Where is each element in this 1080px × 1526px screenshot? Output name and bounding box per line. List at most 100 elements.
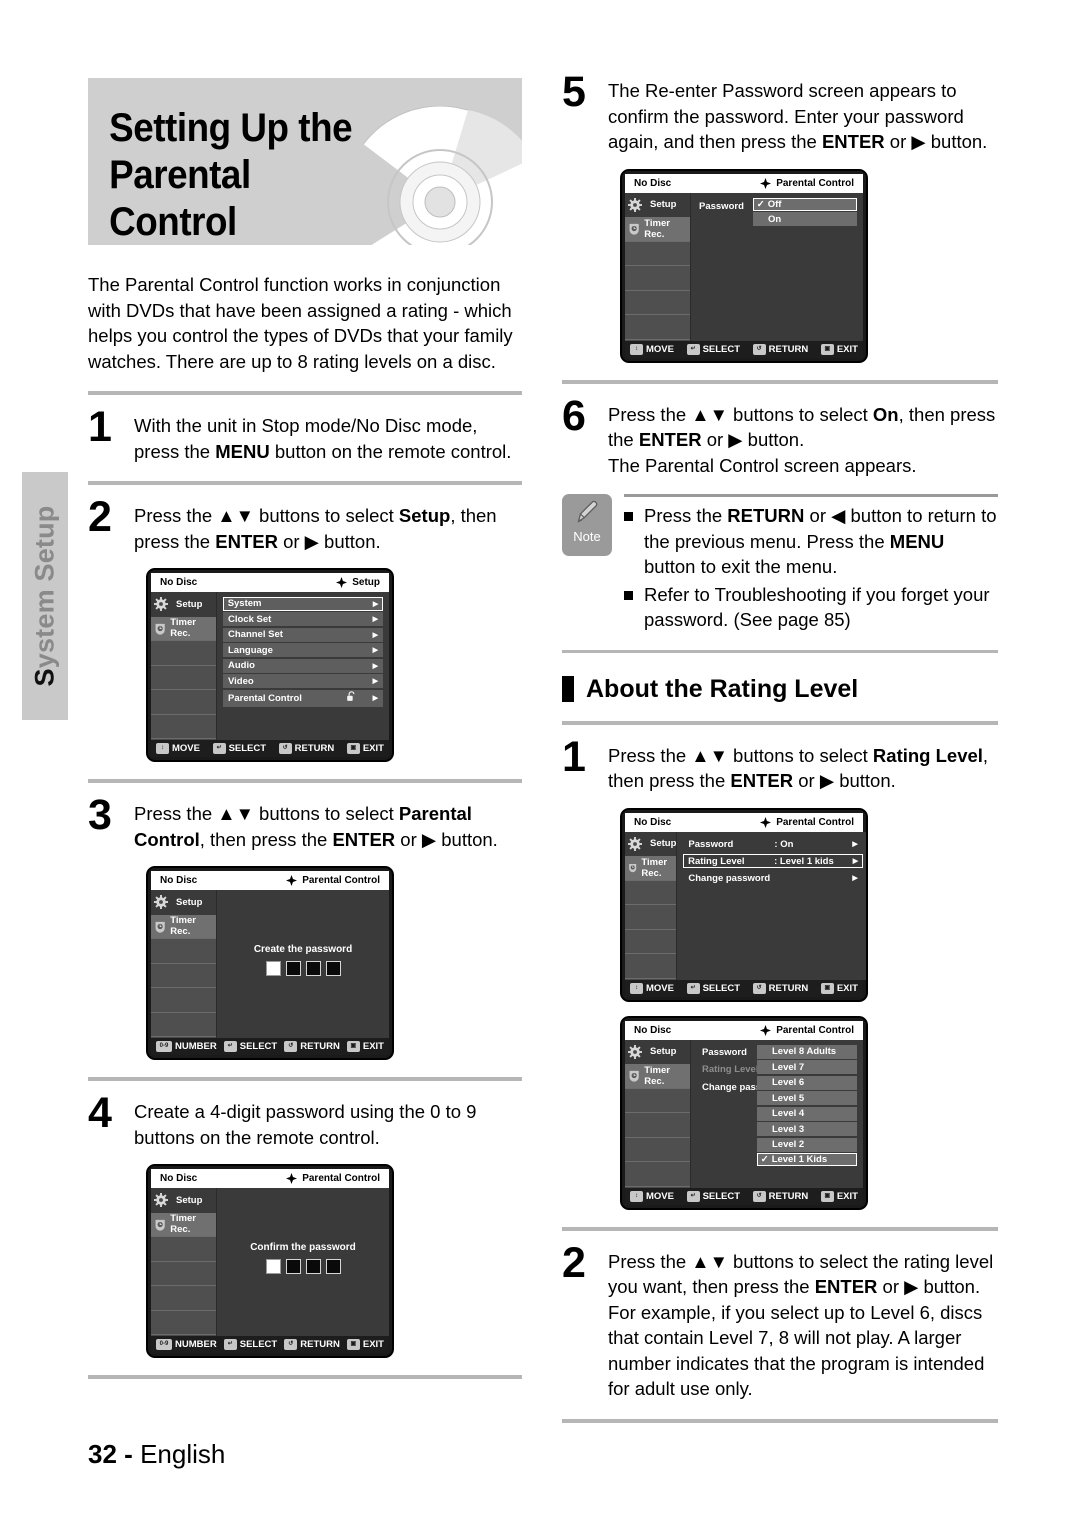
sidebar-item-setup[interactable]: Setup <box>151 592 216 617</box>
exit-icon: ▣ <box>820 982 834 994</box>
page-title-line1: Setting Up the Parental <box>109 106 353 197</box>
lock-open-icon <box>346 691 355 701</box>
intro-paragraph: The Parental Control function works in c… <box>88 274 513 372</box>
option-item[interactable]: Level 2 <box>757 1137 857 1152</box>
sidebar-item-timer-rec[interactable]: Timer Rec. <box>625 856 677 881</box>
menu-item[interactable]: Video ▶ <box>223 674 383 689</box>
sidebar-item-timer-rec[interactable]: Timer Rec. <box>625 217 690 242</box>
gear-icon <box>628 836 642 851</box>
footer-action[interactable]: ▣ EXIT <box>346 1339 384 1350</box>
password-boxes[interactable] <box>265 1258 341 1274</box>
footer-action[interactable]: ↵ SELECT <box>686 343 740 355</box>
password-digit-box[interactable] <box>305 960 321 976</box>
footer-action[interactable]: ↺ RETURN <box>752 982 808 994</box>
sidebar-item-timer-rec[interactable]: Timer Rec. <box>625 1064 690 1089</box>
option-item[interactable]: Level 5 <box>757 1091 857 1105</box>
password-digit-box[interactable] <box>325 960 341 976</box>
footer-action-label: SELECT <box>702 1190 741 1202</box>
screen-title: Parental Control <box>776 1024 854 1036</box>
menu-item-label: Clock Set <box>228 613 272 625</box>
footer-action[interactable]: 0-9 NUMBER <box>156 1339 217 1350</box>
screen-password-onoff: No Disc Parental Control Setup Timer Rec… <box>620 168 868 363</box>
footer-action[interactable]: ↵ SELECT <box>686 1190 741 1202</box>
footer-action[interactable]: ▣ EXIT <box>820 982 858 994</box>
sidebar-item-setup[interactable]: Setup <box>151 1188 216 1213</box>
menu-item[interactable]: Audio ▶ <box>223 658 383 673</box>
menu-item-label: Language <box>228 644 273 656</box>
menu-item[interactable]: System ▶ <box>223 597 383 611</box>
step-text: With the unit in Stop mode/No Disc mode,… <box>134 415 512 462</box>
menu-item[interactable]: Clock Set ▶ <box>223 612 383 627</box>
sidebar-label: Setup <box>176 598 203 610</box>
sidebar-item-timer-rec[interactable]: Timer Rec. <box>151 616 216 641</box>
sidebar-label: Timer Rec. <box>170 617 196 640</box>
option-label: Level 6 <box>772 1077 805 1088</box>
footer-action[interactable]: ▣ EXIT <box>820 1190 858 1202</box>
password-digit-box[interactable] <box>265 1258 281 1274</box>
option-item[interactable]: Level 4 <box>757 1106 857 1121</box>
sidebar-item-setup[interactable]: Setup <box>625 1039 690 1064</box>
footer-action[interactable]: ↵ SELECT <box>686 982 740 994</box>
password-digit-box[interactable] <box>285 960 301 976</box>
step-5: 5 The Re-enter Password screen appears t… <box>562 71 998 155</box>
footer-action[interactable]: ▣ EXIT <box>346 743 384 754</box>
rating-level-options[interactable]: Level 8 Adults Level 7 Level 6 Level 5 Level… <box>757 1044 857 1168</box>
footer-action[interactable]: ↵ SELECT <box>212 743 266 754</box>
footer-action[interactable]: ↺ RETURN <box>752 343 808 355</box>
menu-item[interactable]: Language ▶ <box>223 643 383 658</box>
option-label: Off <box>767 198 782 210</box>
sidebar-blank-row <box>151 939 216 964</box>
step-text: Press the ▲▼ buttons to select Parental … <box>134 803 498 850</box>
password-digit-box[interactable] <box>325 1258 341 1274</box>
option-item[interactable]: Level 8 Adults <box>757 1044 857 1059</box>
sidebar-item-setup[interactable]: Setup <box>151 890 216 915</box>
footer-action[interactable]: ↵ SELECT <box>223 1041 277 1052</box>
sidebar-blank-row <box>625 1162 690 1187</box>
timer-icon <box>629 864 637 873</box>
footer-action[interactable]: ▣ EXIT <box>346 1041 384 1052</box>
section-heading-text: About the Rating Level <box>586 674 859 703</box>
password-options[interactable]: ✓ Off On <box>753 197 857 228</box>
option-item[interactable]: ✓ Level 1 Kids <box>757 1153 857 1167</box>
menu-item[interactable]: Channel Set ▶ <box>223 627 383 642</box>
timer-icon <box>155 1219 165 1231</box>
sidebar-blank-row <box>151 1261 216 1286</box>
sidebar-item-setup[interactable]: Setup <box>625 192 690 217</box>
option-item[interactable]: ✓ Off <box>753 197 857 211</box>
footer-action[interactable]: ▣ EXIT <box>820 343 858 355</box>
footer-action[interactable]: 0-9 NUMBER <box>156 1041 217 1052</box>
password-digit-box[interactable] <box>305 1258 321 1274</box>
password-digit-box[interactable] <box>285 1258 301 1274</box>
option-item[interactable]: Level 7 <box>757 1060 857 1074</box>
option-item[interactable]: On <box>753 212 857 227</box>
footer-action[interactable]: ↕ MOVE <box>630 1190 674 1202</box>
footer-action[interactable]: ↕ MOVE <box>156 743 200 754</box>
sidebar-item-timer-rec[interactable]: Timer Rec. <box>151 1212 216 1237</box>
step-3: 3 Press the ▲▼ buttons to select Parenta… <box>88 794 522 852</box>
menu-row[interactable]: Change password ▶ <box>683 871 862 886</box>
screen-body: Setup Timer Rec. Password: On ▶ Rating Lev… <box>625 831 866 980</box>
footer-action[interactable]: ↵ SELECT <box>223 1339 277 1350</box>
password-digit-box[interactable] <box>265 960 281 976</box>
footer-action[interactable]: ↕ MOVE <box>630 343 674 355</box>
option-item[interactable]: Level 6 <box>757 1075 857 1090</box>
gear-icon <box>154 895 168 910</box>
sidebar-item-setup[interactable]: Setup <box>625 831 677 856</box>
menu-row[interactable]: Password: On ▶ <box>683 837 862 852</box>
menu-row[interactable]: Rating Level: Level 1 kids ▶ <box>683 854 863 869</box>
footer-action[interactable]: ↺ RETURN <box>284 1041 340 1052</box>
footer-action[interactable]: ↕ MOVE <box>630 982 674 994</box>
footer-action[interactable]: ↺ RETURN <box>284 1339 340 1350</box>
menu-item-label: Video <box>228 675 254 687</box>
gear-icon <box>628 1044 642 1059</box>
footer-action[interactable]: ↺ RETURN <box>278 743 334 754</box>
exit-icon: ▣ <box>346 1041 360 1052</box>
enter-icon: ↵ <box>686 982 700 994</box>
footer-action[interactable]: ↺ RETURN <box>752 1190 808 1202</box>
option-item[interactable]: Level 3 <box>757 1122 857 1136</box>
password-boxes[interactable] <box>265 960 341 976</box>
divider <box>562 1418 998 1423</box>
menu-item[interactable]: Parental Control ▶ <box>223 689 383 707</box>
sidebar-item-timer-rec[interactable]: Timer Rec. <box>151 914 216 939</box>
screen-rating-levels: No Disc Parental Control Setup Timer Rec… <box>620 1015 868 1210</box>
